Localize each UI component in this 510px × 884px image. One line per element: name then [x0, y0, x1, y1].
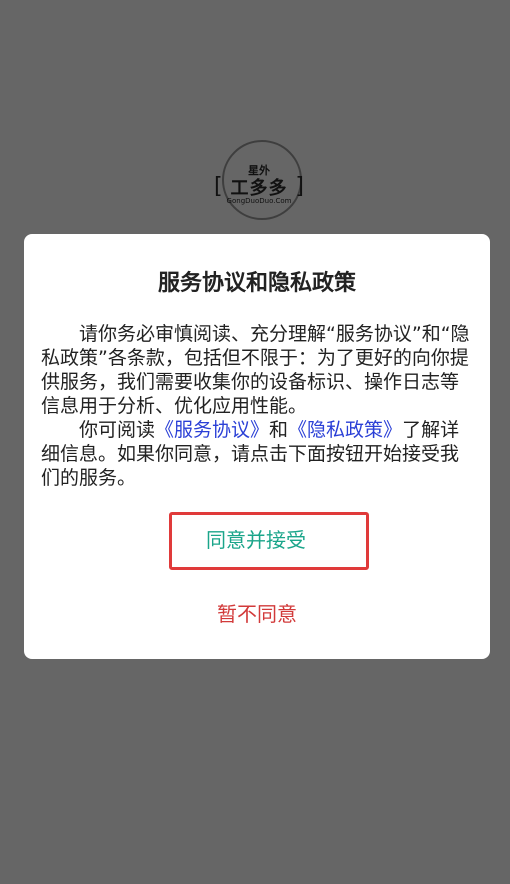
logo-domain-text: GongDuoDuo.Com — [226, 197, 292, 205]
decline-button[interactable]: 暂不同意 — [24, 598, 490, 627]
dialog-title: 服务协议和隐私政策 — [157, 271, 356, 296]
service-agreement-link[interactable]: 《服务协议》 — [155, 419, 269, 441]
privacy-policy-link[interactable]: 《隐私政策》 — [288, 419, 402, 441]
privacy-dialog: 服务协议和隐私政策 请你务必审慎阅读、充分理解“服务协议”和“隐私政策”各条款，… — [24, 234, 490, 659]
app-logo: 星外 [ 工多多 ] GongDuoDuo.Com — [214, 140, 304, 230]
paragraph-2-and: 和 — [269, 419, 289, 441]
policy-paragraph-2: 你可阅读《服务协议》和《隐私政策》了解详细信息。如果你同意，请点击下面按钮开始接… — [41, 418, 473, 490]
accept-button[interactable]: 同意并接受 — [169, 512, 369, 570]
paragraph-2-prefix: 你可阅读 — [79, 419, 156, 441]
logo-bracket-right: ] — [295, 174, 304, 199]
accept-button-label: 同意并接受 — [206, 528, 306, 552]
dialog-body: 请你务必审慎阅读、充分理解“服务协议”和“隐私政策”各条款，包括但不限于：为了更… — [41, 322, 473, 490]
policy-paragraph-1: 请你务必审慎阅读、充分理解“服务协议”和“隐私政策”各条款，包括但不限于：为了更… — [41, 323, 470, 417]
